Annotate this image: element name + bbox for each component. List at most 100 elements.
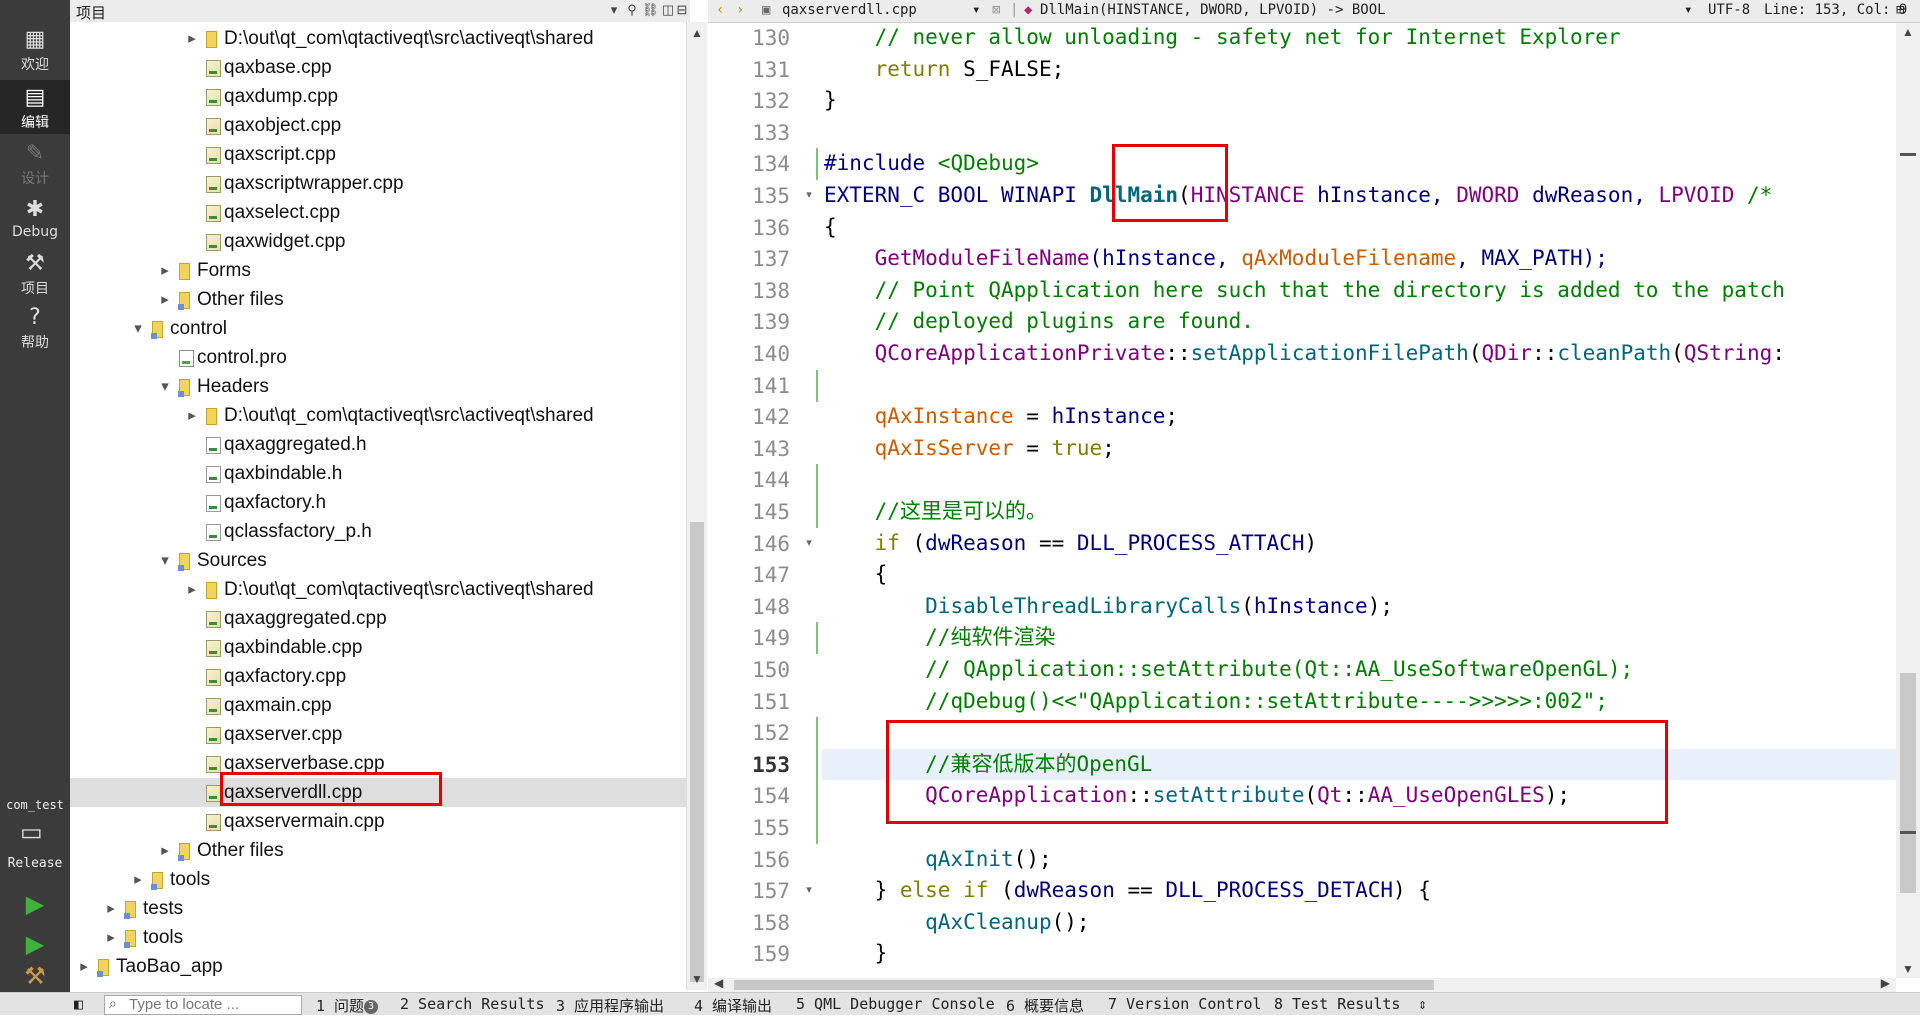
build-hammer-icon[interactable]: ⚒ bbox=[20, 962, 50, 992]
tree-item[interactable]: qaxaggregated.cpp bbox=[70, 604, 686, 633]
mode-debug-button[interactable]: ✱ Debug bbox=[0, 192, 70, 246]
pane-test-results[interactable]: 8 Test Results bbox=[1274, 995, 1400, 1013]
tree-item[interactable]: qaxobject.cpp bbox=[70, 111, 686, 140]
code-line[interactable]: qAxInit(); bbox=[822, 844, 1896, 875]
locator-input[interactable]: ⌕ Type to locate ... bbox=[104, 995, 302, 1015]
scroll-left-icon[interactable]: ◀ bbox=[714, 976, 723, 990]
back-arrow-icon[interactable]: ‹ bbox=[716, 2, 724, 18]
code-line[interactable]: EXTERN_C BOOL WINAPI DllMain(HINSTANCE h… bbox=[822, 180, 1896, 211]
code-line[interactable]: #include <QDebug> bbox=[822, 148, 1896, 179]
tree-item[interactable]: qclassfactory_p.h bbox=[70, 517, 686, 546]
tree-item[interactable]: qaxscriptwrapper.cpp bbox=[70, 169, 686, 198]
code-line[interactable]: // Point QApplication here such that the… bbox=[822, 275, 1896, 306]
chevron-right-icon[interactable]: ▸ bbox=[184, 401, 200, 430]
code-line[interactable]: QCoreApplicationPrivate::setApplicationF… bbox=[822, 338, 1896, 369]
code-line[interactable]: qAxIsServer = true; bbox=[822, 433, 1896, 464]
current-symbol[interactable]: DllMain(HINSTANCE, DWORD, LPVOID) -> BOO… bbox=[1040, 2, 1386, 18]
chevron-right-icon[interactable]: ▸ bbox=[157, 836, 173, 865]
chevron-down-icon[interactable]: ▾ bbox=[130, 314, 146, 343]
scroll-down-icon[interactable]: ▼ bbox=[1896, 962, 1920, 976]
debug-run-icon[interactable]: ▶ bbox=[20, 930, 50, 960]
tree-item[interactable]: qaxscript.cpp bbox=[70, 140, 686, 169]
tree-item[interactable]: qaxmain.cpp bbox=[70, 691, 686, 720]
pane-qml-debugger[interactable]: 5 QML Debugger Console bbox=[796, 995, 995, 1013]
tree-item[interactable]: ▸ Other files bbox=[70, 836, 686, 865]
code-line[interactable] bbox=[822, 117, 1896, 148]
tree-item[interactable]: qaxwidget.cpp bbox=[70, 227, 686, 256]
chevron-right-icon[interactable]: ▸ bbox=[157, 256, 173, 285]
code-line[interactable] bbox=[822, 464, 1896, 495]
tree-item[interactable]: control.pro bbox=[70, 343, 686, 372]
pane-general-messages[interactable]: 6 概要信息 bbox=[1006, 995, 1084, 1016]
monitor-icon[interactable]: ▭ bbox=[20, 818, 50, 846]
chevron-right-icon[interactable]: ▸ bbox=[184, 24, 200, 53]
mode-projects-button[interactable]: ⚒ 项目 bbox=[0, 246, 70, 300]
project-tree-scrollbar[interactable]: ▲ ▼ bbox=[686, 22, 707, 990]
scrollbar-thumb[interactable] bbox=[1900, 673, 1916, 893]
code-line[interactable]: } else if (dwReason == DLL_PROCESS_DETAC… bbox=[822, 875, 1896, 906]
toggle-sidebar-icon[interactable]: ◧ bbox=[74, 995, 83, 1013]
close-file-icon[interactable]: ⊠ bbox=[992, 2, 1000, 18]
chevron-down-icon[interactable]: ▾ bbox=[972, 2, 980, 18]
tree-item[interactable]: qaxfactory.cpp bbox=[70, 662, 686, 691]
tree-item[interactable]: ▸ tools bbox=[70, 865, 686, 894]
tree-item[interactable]: ▾ Sources bbox=[70, 546, 686, 575]
tree-item[interactable]: qaxbase.cpp bbox=[70, 53, 686, 82]
tree-item[interactable]: ▸ Forms bbox=[70, 256, 686, 285]
scroll-down-icon[interactable]: ▼ bbox=[687, 972, 707, 986]
build-config[interactable]: Release bbox=[0, 856, 70, 871]
fold-marker-icon[interactable]: ▾ bbox=[802, 883, 816, 896]
code-line[interactable]: return S_FALSE; bbox=[822, 54, 1896, 85]
tree-item[interactable]: ▸ TaoBao_app bbox=[70, 952, 686, 981]
fold-marker-icon[interactable]: ▾ bbox=[802, 536, 816, 549]
code-line[interactable]: qAxCleanup(); bbox=[822, 907, 1896, 938]
chevron-down-icon[interactable]: ▾ bbox=[157, 372, 173, 401]
code-line[interactable] bbox=[822, 370, 1896, 401]
tree-item[interactable]: qaxservermain.cpp bbox=[70, 807, 686, 836]
scrollbar-thumb[interactable] bbox=[734, 980, 1434, 990]
tree-item[interactable]: qaxbindable.h bbox=[70, 459, 686, 488]
pane-application-output[interactable]: 3 应用程序输出 bbox=[556, 995, 664, 1016]
dropdown-arrow-icon[interactable]: ▾ bbox=[606, 2, 622, 20]
tree-item[interactable]: ▾ control bbox=[70, 314, 686, 343]
tree-item[interactable]: ▸ D:\out\qt_com\qtactiveqt\src\activeqt\s… bbox=[70, 575, 686, 604]
pane-compile-output[interactable]: 4 编译输出 bbox=[694, 995, 772, 1016]
mode-welcome-button[interactable]: ▦ 欢迎 bbox=[0, 22, 70, 76]
current-file-name[interactable]: qaxserverdll.cpp bbox=[782, 2, 917, 18]
code-line[interactable]: // deployed plugins are found. bbox=[822, 306, 1896, 337]
mode-edit-button[interactable]: ▤ 编辑 bbox=[0, 80, 70, 134]
scroll-up-icon[interactable]: ▲ bbox=[687, 26, 707, 40]
encoding-label[interactable]: UTF-8 bbox=[1708, 2, 1750, 18]
tree-item[interactable]: ▸ D:\out\qt_com\qtactiveqt\src\activeqt\s… bbox=[70, 401, 686, 430]
code-line[interactable]: //纯软件渲染 bbox=[822, 622, 1896, 653]
editor-scrollbar[interactable]: ▲ ▼ bbox=[1896, 23, 1920, 978]
code-line[interactable]: { bbox=[822, 212, 1896, 243]
code-line[interactable]: GetModuleFileName(hInstance, qAxModuleFi… bbox=[822, 243, 1896, 274]
tree-item[interactable]: ▸ tests bbox=[70, 894, 686, 923]
code-line[interactable]: //这里是可以的。 bbox=[822, 496, 1896, 527]
scroll-up-icon[interactable]: ▲ bbox=[1896, 25, 1920, 39]
chevron-right-icon[interactable]: ▸ bbox=[184, 575, 200, 604]
code-line[interactable]: DisableThreadLibraryCalls(hInstance); bbox=[822, 591, 1896, 622]
tree-item[interactable]: qaxdump.cpp bbox=[70, 82, 686, 111]
fold-marker-icon[interactable]: ▾ bbox=[802, 188, 816, 201]
chevron-right-icon[interactable]: ▸ bbox=[157, 285, 173, 314]
tree-item[interactable]: ▸ Other files bbox=[70, 285, 686, 314]
link-icon[interactable]: ⛓ bbox=[642, 2, 659, 20]
tree-item[interactable]: ▸ tools bbox=[70, 923, 686, 952]
chevron-down-icon[interactable]: ▾ bbox=[157, 546, 173, 575]
code-line[interactable]: } bbox=[822, 938, 1896, 969]
pane-issues[interactable]: 1 问题 3 bbox=[316, 995, 379, 1016]
mode-help-button[interactable]: ? 帮助 bbox=[0, 300, 70, 354]
mode-design-button[interactable]: ✎ 设计 bbox=[0, 136, 70, 190]
code-line[interactable]: if (dwReason == DLL_PROCESS_ATTACH) bbox=[822, 528, 1896, 559]
scrollbar-thumb[interactable] bbox=[690, 522, 704, 982]
project-panel-title[interactable]: 项目 bbox=[76, 2, 106, 23]
pane-search-results[interactable]: 2 Search Results bbox=[400, 995, 545, 1013]
tree-item[interactable]: qaxfactory.h bbox=[70, 488, 686, 517]
split-editor-icon[interactable]: ⊞ bbox=[1896, 2, 1904, 18]
code-line[interactable]: //qDebug()<<"QApplication::setAttribute-… bbox=[822, 686, 1896, 717]
forward-arrow-icon[interactable]: › bbox=[736, 2, 744, 18]
filter-icon[interactable]: ⚲ bbox=[624, 2, 640, 20]
tree-item[interactable]: ▸ D:\out\qt_com\qtactiveqt\src\activeqt\s… bbox=[70, 24, 686, 53]
